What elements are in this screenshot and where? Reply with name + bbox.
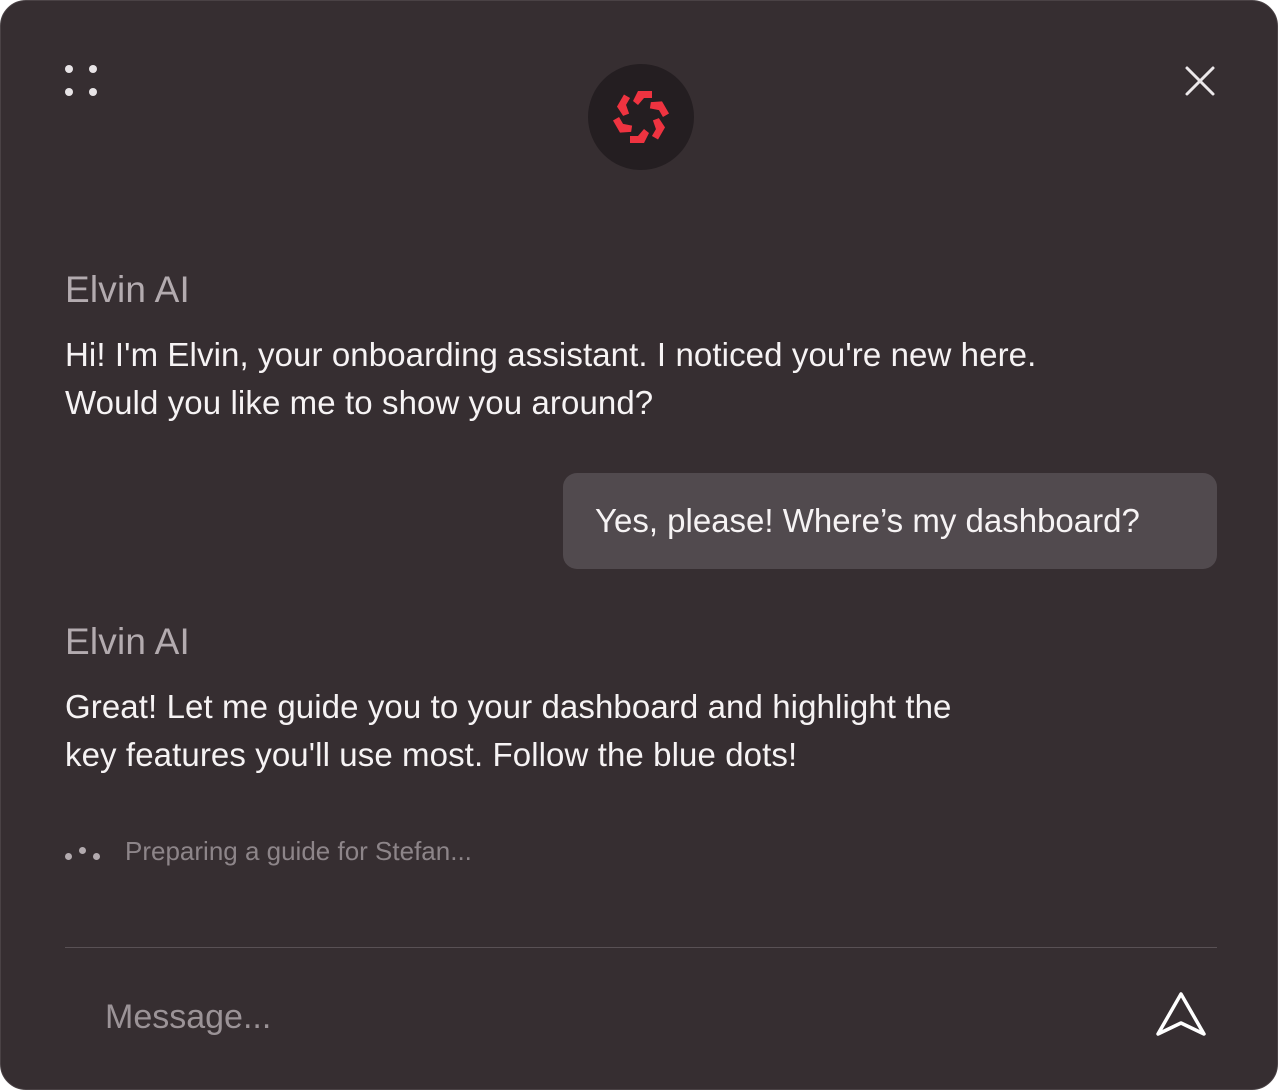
send-button[interactable] xyxy=(1151,987,1211,1043)
close-icon xyxy=(1185,66,1215,96)
typing-dots-icon xyxy=(63,839,105,863)
message-sender: Elvin AI xyxy=(65,621,190,662)
typing-indicator: Preparing a guide for Stefan... xyxy=(63,831,472,871)
user-message-bubble: Yes, please! Where’s my dashboard? xyxy=(563,473,1217,569)
drag-handle-icon[interactable] xyxy=(57,57,105,105)
drag-dot xyxy=(65,88,73,96)
user-message-text: Yes, please! Where’s my dashboard? xyxy=(595,502,1140,539)
message-line: Would you like me to show you around? xyxy=(65,384,654,421)
assistant-logo xyxy=(588,64,694,170)
drag-dot xyxy=(89,88,97,96)
composer-divider xyxy=(65,947,1217,948)
drag-dot xyxy=(65,65,73,73)
close-button[interactable] xyxy=(1173,57,1223,107)
message-line: Great! Let me guide you to your dashboar… xyxy=(65,688,952,725)
assistant-message: Hi! I'm Elvin, your onboarding assistant… xyxy=(65,331,1036,427)
drag-dot xyxy=(89,65,97,73)
hexagon-arrows-logo-icon xyxy=(612,91,670,143)
message-line: Hi! I'm Elvin, your onboarding assistant… xyxy=(65,336,1037,373)
assistant-message: Great! Let me guide you to your dashboar… xyxy=(65,683,952,779)
message-line: key features you'll use most. Follow the… xyxy=(65,736,798,773)
message-sender: Elvin AI xyxy=(65,269,190,310)
chat-window: Elvin AI Hi! I'm Elvin, your onboarding … xyxy=(0,0,1278,1090)
typing-status-text: Preparing a guide for Stefan... xyxy=(125,835,472,866)
message-input[interactable] xyxy=(105,987,1005,1047)
send-arrow-icon xyxy=(1156,992,1206,1036)
